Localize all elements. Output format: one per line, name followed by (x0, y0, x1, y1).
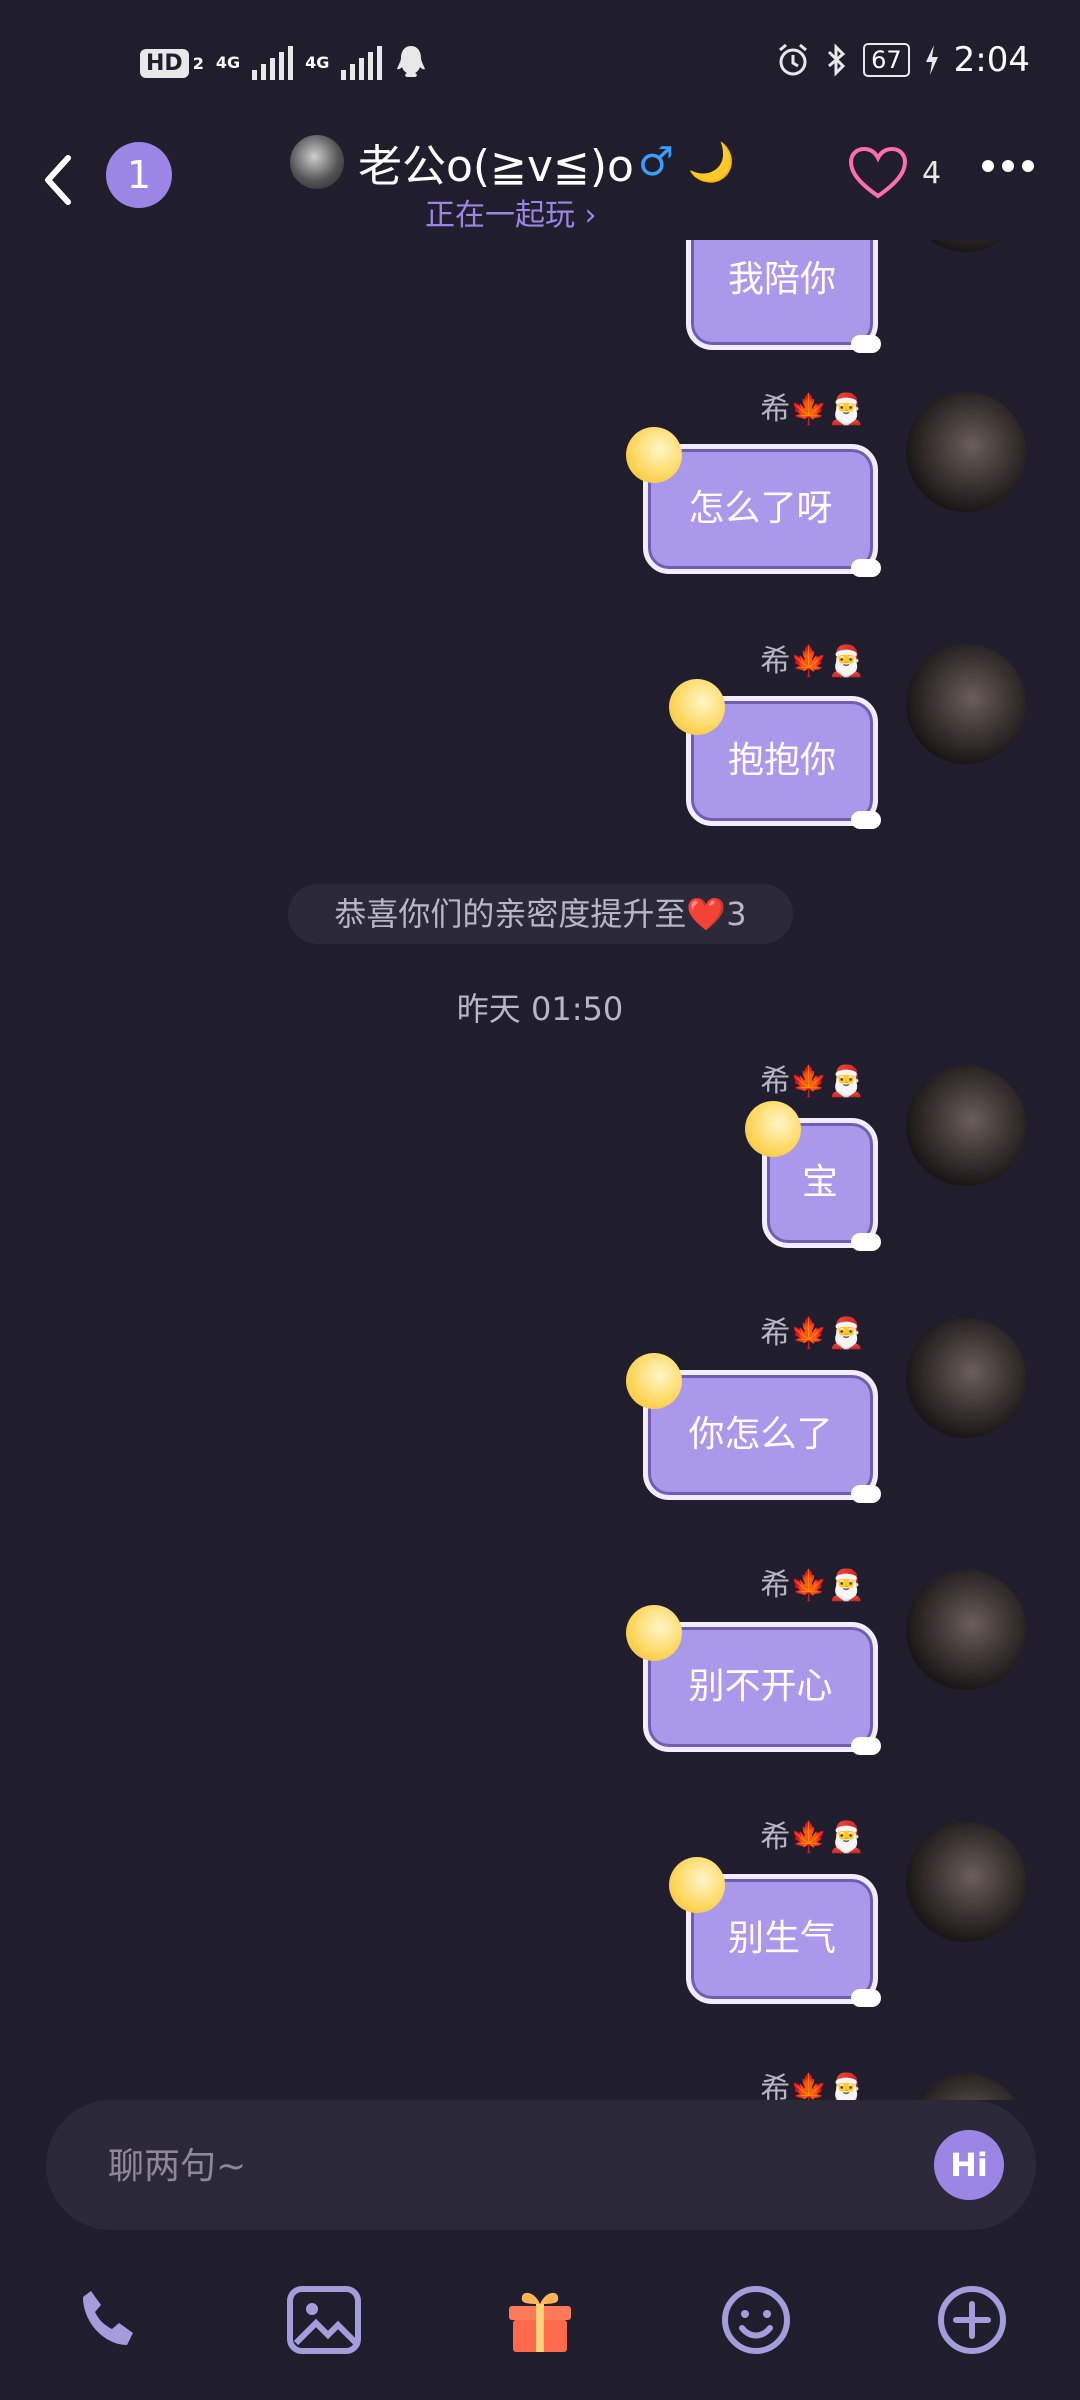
hi-button[interactable]: Hi (934, 2130, 1004, 2200)
qq-icon (397, 46, 426, 77)
moon-icon: 🌙 (687, 139, 736, 184)
sender-name: 希🍁🎅 (760, 1064, 865, 1099)
sender-avatar[interactable] (906, 1570, 1026, 1690)
moon-decoration (745, 1101, 801, 1157)
intimacy-notice: 恭喜你们的亲密度提升至❤️3 (288, 884, 793, 944)
timestamp: 昨天 01:50 (456, 990, 624, 1028)
gift-icon[interactable] (490, 2270, 590, 2370)
signal-icon-1 (252, 46, 294, 80)
message-input[interactable] (106, 2130, 890, 2202)
message-text: 你怎么了 (688, 1414, 833, 1455)
message-text: 别生气 (727, 1918, 836, 1959)
sender-avatar[interactable] (906, 644, 1026, 764)
message-bubble[interactable]: 你怎么了 (626, 1353, 881, 1503)
cloud-decoration (851, 1737, 881, 1755)
signal-icon-2 (341, 46, 383, 80)
cloud-decoration (851, 1233, 881, 1251)
message-bubble[interactable]: 我陪你 (686, 240, 881, 353)
sender-avatar[interactable] (906, 2074, 1026, 2100)
cloud-decoration (851, 335, 881, 353)
intimacy-button[interactable]: 4 (848, 146, 941, 200)
chat-title-row[interactable]: 老公o(≧v≦)o ♂ 🌙 (290, 130, 735, 194)
image-icon[interactable] (274, 2270, 374, 2370)
contact-avatar[interactable] (290, 135, 344, 189)
chat-header: 1 老公o(≧v≦)o ♂ 🌙 正在一起玩 › 4 (0, 130, 1080, 240)
bluetooth-icon (828, 43, 846, 77)
sender-name: 希🍁🎅 (760, 1820, 865, 1855)
cloud-decoration (851, 811, 881, 829)
message-bubble[interactable]: 怎么了呀 (626, 427, 881, 577)
chat-title: 老公o(≧v≦)o (358, 141, 634, 192)
phone-icon[interactable] (58, 2270, 158, 2370)
sender-name: 希🍁🎅 (760, 392, 865, 427)
moon-decoration (626, 1353, 682, 1409)
plus-icon[interactable] (922, 2270, 1022, 2370)
bottom-toolbar (0, 2270, 1080, 2370)
moon-decoration (626, 427, 682, 483)
status-left: HD 2 4G 4G (140, 44, 428, 82)
male-icon: ♂ (637, 139, 674, 185)
unread-count-badge[interactable]: 1 (106, 142, 172, 208)
emoji-icon[interactable] (706, 2270, 806, 2370)
sender-name: 希🍁🎅 (760, 1316, 865, 1351)
network-type-1: 4G (215, 53, 241, 72)
status-right: 67 2:04 (775, 40, 1030, 80)
sender-name: 希🍁🎅 (760, 2072, 865, 2100)
network-type-2: 4G (305, 53, 330, 72)
moon-decoration (626, 1605, 682, 1661)
sender-name: 希🍁🎅 (760, 644, 865, 679)
heart-icon (848, 146, 908, 199)
battery-indicator: 67 (863, 43, 910, 77)
more-options-icon[interactable] (982, 160, 1034, 172)
message-text: 别不开心 (688, 1666, 833, 1707)
moon-decoration (669, 679, 725, 735)
cloud-decoration (851, 1485, 881, 1503)
sender-name: 希🍁🎅 (760, 1568, 865, 1603)
sender-avatar[interactable] (906, 240, 1026, 252)
alarm-icon (779, 43, 808, 76)
status-bar: HD 2 4G 4G 67 2:04 (0, 0, 1080, 130)
intimacy-count: 4 (922, 155, 942, 191)
message-text: 宝 (801, 1162, 838, 1203)
sender-avatar[interactable] (906, 1066, 1026, 1186)
cloud-decoration (851, 559, 881, 577)
message-bubble[interactable]: 抱抱你 (669, 679, 881, 829)
message-input-bar: Hi (46, 2100, 1036, 2230)
cloud-decoration (851, 1989, 881, 2007)
charging-icon (925, 45, 938, 75)
sender-avatar[interactable] (906, 392, 1026, 512)
sim2-label: 2 (192, 53, 204, 73)
message-list[interactable]: 我陪你 希🍁🎅 怎么了呀 希🍁🎅 抱抱你 恭喜你们的亲密度提升至❤️3 昨天 0… (0, 240, 1080, 2100)
message-bubble[interactable]: 别不开心 (626, 1605, 881, 1755)
sender-avatar[interactable] (906, 1318, 1026, 1438)
playing-together-link[interactable]: 正在一起玩 › (425, 190, 597, 234)
message-text: 怎么了呀 (688, 488, 833, 529)
clock: 2:04 (953, 40, 1030, 80)
sender-avatar[interactable] (906, 1822, 1026, 1942)
message-bubble[interactable]: 宝 (745, 1101, 881, 1251)
hd-badge: HD (140, 48, 189, 78)
message-text: 抱抱你 (727, 740, 836, 781)
message-text: 我陪你 (727, 259, 836, 300)
message-bubble[interactable]: 别生气 (669, 1857, 881, 2007)
back-arrow-icon[interactable] (38, 150, 78, 210)
moon-decoration (669, 1857, 725, 1913)
